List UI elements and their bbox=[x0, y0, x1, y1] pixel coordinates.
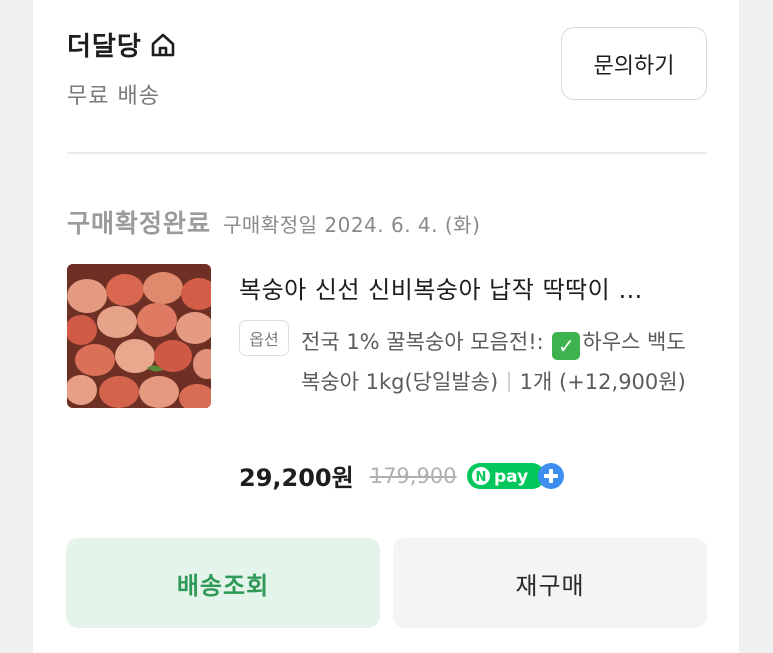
npay-label: pay bbox=[494, 467, 528, 487]
option-separator bbox=[508, 372, 510, 392]
check-mark-icon: ✓ bbox=[552, 332, 581, 360]
original-price: 179,900 bbox=[369, 463, 457, 488]
order-status-row: 구매확정완료 구매확정일 2024. 6. 4. (화) bbox=[67, 204, 480, 240]
order-status: 구매확정완료 bbox=[67, 209, 212, 238]
shipping-info: 무료 배송 bbox=[67, 84, 160, 109]
price-row: 29,200원 179,900 N pay bbox=[239, 458, 567, 493]
option-badge: 옵션 bbox=[239, 320, 289, 356]
npay-plus-badge: N pay bbox=[466, 462, 567, 490]
svg-text:N: N bbox=[475, 470, 486, 485]
confirm-date: 구매확정일 2024. 6. 4. (화) bbox=[223, 213, 481, 237]
store-name[interactable]: 더달당 bbox=[67, 26, 142, 63]
product-title[interactable]: 복숭아 신선 신비복숭아 납작 딱딱이 … bbox=[239, 270, 699, 305]
sale-price: 29,200원 bbox=[239, 464, 354, 492]
track-delivery-button[interactable]: 배송조회 bbox=[66, 538, 380, 628]
option-quantity: 1개 (+12,900원) bbox=[519, 370, 686, 394]
divider bbox=[67, 152, 707, 154]
product-thumbnail[interactable] bbox=[67, 264, 211, 408]
home-icon[interactable] bbox=[150, 32, 176, 58]
store-header[interactable]: 더달당 bbox=[67, 26, 176, 63]
inquiry-button[interactable]: 문의하기 bbox=[561, 27, 707, 100]
option-text: 전국 1% 꿀복숭아 모음전!: ✓ 하우스 백도 복숭아 1kg(당일발송) 1개… bbox=[301, 322, 693, 402]
option-name-part1: 전국 1% 꿀복숭아 모음전!: bbox=[301, 330, 544, 354]
reorder-button[interactable]: 재구매 bbox=[393, 538, 707, 628]
order-card: 더달당 무료 배송 문의하기 구매확정완료 구매확정일 2024. 6. 4. … bbox=[33, 0, 739, 653]
